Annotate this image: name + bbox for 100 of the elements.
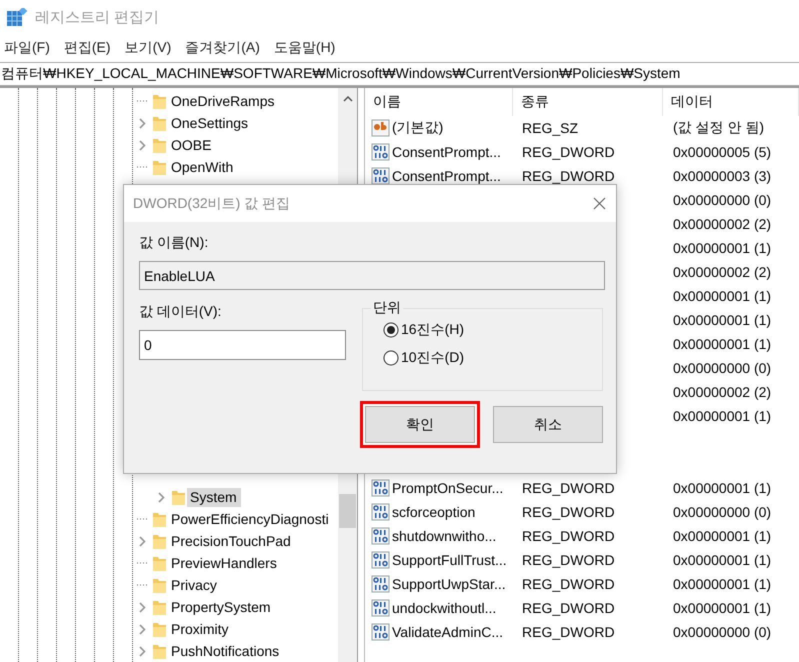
column-header[interactable]: 종류 <box>513 88 663 116</box>
tree-item[interactable]: OneDriveRamps <box>168 92 278 110</box>
value-name[interactable]: (기본값) <box>392 119 444 137</box>
value-data: 0x00000000 (0) <box>672 504 772 520</box>
dialog-button[interactable]: 취소 <box>493 406 603 443</box>
chevron-icon[interactable] <box>139 140 146 150</box>
value-type: REG_DWORD <box>521 576 616 592</box>
value-type: REG_DWORD <box>521 504 616 520</box>
close-icon[interactable] <box>593 197 606 210</box>
folder-icon <box>152 92 167 110</box>
scroll-up-icon[interactable] <box>342 96 352 102</box>
value-type: REG_DWORD <box>521 624 616 640</box>
value-type: REG_DWORD <box>521 600 616 616</box>
tree-item[interactable]: OneSettings <box>168 114 252 132</box>
tree-item[interactable]: PowerEfficiencyDiagnosti <box>168 510 333 528</box>
value-name[interactable]: scforceoption <box>392 504 476 520</box>
binary-value-icon <box>371 143 390 161</box>
value-name[interactable]: SupportUwpStar... <box>392 576 506 592</box>
value-name[interactable]: ConsentPrompt... <box>392 168 501 184</box>
value-data-field[interactable]: 0 <box>139 330 346 360</box>
value-data: 0x00000000 (0) <box>672 624 772 640</box>
radio-label[interactable]: 10진수(D) <box>401 349 464 367</box>
menu-item[interactable]: 파일(F) <box>4 39 50 57</box>
menu-item[interactable]: 보기(V) <box>124 39 172 57</box>
radio-button[interactable] <box>383 350 399 366</box>
value-name[interactable]: SupportFullTrust... <box>392 552 507 568</box>
field-label: 값 데이터(V): <box>139 303 222 321</box>
chevron-icon[interactable] <box>139 602 146 612</box>
folder-icon <box>152 136 167 154</box>
value-type: REG_SZ <box>521 120 580 136</box>
chevron-icon[interactable] <box>139 118 146 128</box>
group-label: 단위 <box>372 299 402 317</box>
value-data: 0x00000001 (1) <box>672 336 772 352</box>
tree-item[interactable]: PrecisionTouchPad <box>168 532 295 550</box>
address-bar[interactable]: 컴퓨터₩HKEY_LOCAL_MACHINE₩SOFTWARE₩Microsoft₩Windows₩CurrentVersion₩Policies₩System <box>0 62 799 86</box>
value-data: 0x00000001 (1) <box>672 528 772 544</box>
folder-icon <box>152 114 167 132</box>
value-name[interactable]: undockwithoutl... <box>392 600 496 616</box>
tree-item[interactable]: PushNotifications <box>168 642 284 660</box>
value-data: 0x00000002 (2) <box>672 264 772 280</box>
menu-item[interactable]: 편집(E) <box>64 39 111 57</box>
menu-item[interactable]: 도움말(H) <box>274 39 336 57</box>
value-name[interactable]: ValidateAdminC... <box>392 624 504 640</box>
binary-value-icon <box>371 623 390 641</box>
tree-item[interactable]: System <box>187 488 241 506</box>
tree-item[interactable]: PropertySystem <box>168 598 275 616</box>
value-type: REG_DWORD <box>521 528 616 544</box>
chevron-icon[interactable] <box>139 624 146 634</box>
value-data: 0x00000001 (1) <box>672 552 772 568</box>
tree-item[interactable]: PreviewHandlers <box>168 554 281 572</box>
value-data: 0x00000001 (1) <box>672 576 772 592</box>
column-header[interactable]: 데이터 <box>663 88 799 116</box>
value-data: 0x00000005 (5) <box>672 144 772 160</box>
tree-item[interactable]: Privacy <box>168 576 221 594</box>
value-name[interactable]: PromptOnSecur... <box>392 480 504 496</box>
value-data: 0x00000001 (1) <box>672 288 772 304</box>
value-data: 0x00000001 (1) <box>672 240 772 256</box>
folder-icon <box>152 642 167 660</box>
value-data: 0x00000000 (0) <box>672 360 772 376</box>
folder-icon <box>152 598 167 616</box>
binary-value-icon <box>371 551 390 569</box>
binary-value-icon <box>371 503 390 521</box>
value-data: 0x00000001 (1) <box>672 312 772 328</box>
folder-icon <box>152 532 167 550</box>
window-title: 레지스트리 편집기 <box>35 8 160 26</box>
radio-button[interactable] <box>383 322 399 338</box>
value-type: REG_DWORD <box>521 480 616 496</box>
value-data: 0x00000001 (1) <box>672 408 772 424</box>
tree-item[interactable]: OpenWith <box>168 158 238 176</box>
radio-label[interactable]: 16진수(H) <box>401 321 464 339</box>
folder-icon <box>152 554 167 572</box>
value-data: 0x00000003 (3) <box>672 168 772 184</box>
chevron-icon[interactable] <box>139 536 146 546</box>
chevron-icon[interactable] <box>139 646 146 656</box>
scroll-thumb[interactable] <box>339 494 356 528</box>
value-type: REG_DWORD <box>521 144 616 160</box>
value-type: REG_DWORD <box>521 552 616 568</box>
binary-value-icon <box>371 479 390 497</box>
tree-item[interactable]: Proximity <box>168 620 233 638</box>
binary-value-icon <box>371 527 390 545</box>
binary-value-icon <box>371 599 390 617</box>
value-name[interactable]: ConsentPrompt... <box>392 144 501 160</box>
value-name-field[interactable]: EnableLUA <box>139 261 605 290</box>
menu-item[interactable]: 즐겨찾기(A) <box>185 39 260 57</box>
dialog-title: DWORD(32비트) 값 편집 <box>133 194 290 212</box>
column-header[interactable]: 이름 <box>365 88 513 116</box>
value-data: 0x00000001 (1) <box>672 480 772 496</box>
folder-icon <box>171 488 186 506</box>
value-data: 0x00000002 (2) <box>672 384 772 400</box>
value-data: (값 설정 안 됨) <box>672 119 765 137</box>
value-type: REG_DWORD <box>521 168 616 184</box>
folder-icon <box>152 576 167 594</box>
tree-item[interactable]: OOBE <box>168 136 216 154</box>
binary-value-icon <box>371 575 390 593</box>
chevron-icon[interactable] <box>158 492 165 502</box>
field-label: 값 이름(N): <box>139 234 210 252</box>
folder-icon <box>152 620 167 638</box>
value-data: 0x00000002 (2) <box>672 216 772 232</box>
value-name[interactable]: shutdownwitho... <box>392 528 496 544</box>
folder-icon <box>152 510 167 528</box>
